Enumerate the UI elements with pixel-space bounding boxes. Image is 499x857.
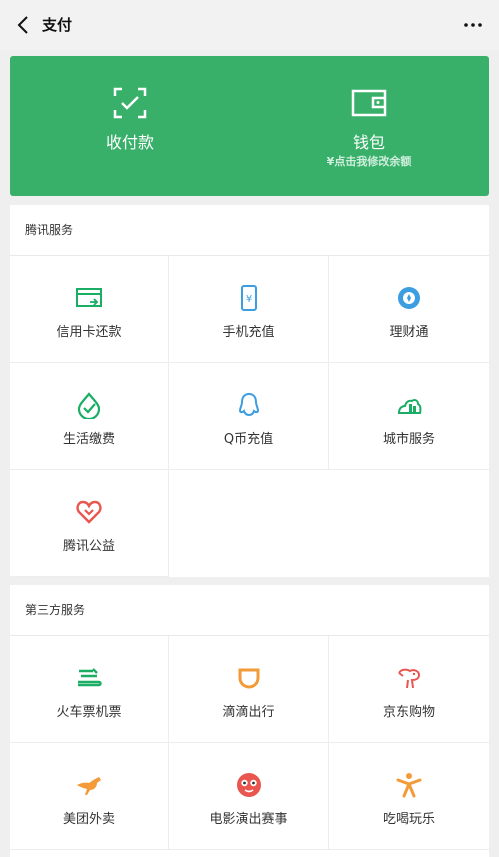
tencent-services-section: 腾讯服务 信用卡还款 ¥ 手机充值 理财通 生活缴费 Q币充值 城市服务 腾讯公…	[10, 205, 489, 577]
service-grid: 信用卡还款 ¥ 手机充值 理财通 生活缴费 Q币充值 城市服务 腾讯公益	[10, 256, 489, 577]
city-service-icon	[397, 399, 422, 414]
service-label: 美团外卖	[62, 812, 115, 827]
empty-cell	[329, 470, 489, 577]
service-label: 理财通	[389, 325, 429, 340]
service-city[interactable]: 城市服务	[329, 363, 489, 470]
service-grid: 火车票机票 滴滴出行 京东购物 美团外卖 电影演出赛事 吃喝玩乐	[10, 636, 489, 850]
service-didi[interactable]: 滴滴出行	[169, 636, 329, 743]
didi-icon	[238, 668, 259, 689]
service-wealth[interactable]: 理财通	[329, 256, 489, 363]
qq-penguin-icon	[238, 392, 259, 417]
wallet-balance-hint[interactable]: ¥点击我修改余额	[249, 153, 489, 169]
service-label: Q币充值	[223, 432, 274, 447]
wallet-icon	[351, 89, 387, 117]
service-meituan[interactable]: 美团外卖	[10, 743, 169, 850]
service-label: 电影演出赛事	[209, 812, 288, 827]
service-label: 信用卡还款	[56, 325, 122, 340]
service-label: 京东购物	[382, 705, 435, 720]
service-movie[interactable]: 电影演出赛事	[169, 743, 329, 850]
service-charity[interactable]: 腾讯公益	[10, 470, 169, 577]
service-label: 生活缴费	[62, 432, 115, 447]
service-label: 吃喝玩乐	[382, 812, 435, 827]
third-party-services-section: 第三方服务 火车票机票 滴滴出行 京东购物 美团外卖 电影演出赛事 吃喝玩乐	[10, 585, 489, 857]
receive-pay-label: 收付款	[105, 133, 154, 152]
back-arrow-icon[interactable]	[12, 13, 36, 37]
leisure-person-icon	[396, 773, 422, 798]
scan-check-icon	[113, 87, 147, 119]
train-ticket-icon	[78, 668, 102, 687]
service-jd[interactable]: 京东购物	[329, 636, 489, 743]
payment-hero-card: 收付款 钱包 ¥点击我修改余额	[10, 56, 489, 196]
credit-card-icon	[76, 288, 102, 307]
service-phone-recharge[interactable]: ¥ 手机充值	[169, 256, 329, 363]
wallet-button[interactable]: 钱包 ¥点击我修改余额	[249, 56, 489, 196]
meituan-kangaroo-icon	[77, 777, 101, 795]
wealth-icon	[398, 287, 420, 309]
jd-dog-icon	[398, 668, 421, 689]
page-title: 支付	[42, 16, 73, 34]
service-label: 滴滴出行	[222, 705, 275, 720]
service-label: 腾讯公益	[62, 539, 115, 554]
nav-bar: 支付	[0, 0, 499, 50]
charity-heart-icon	[76, 500, 102, 524]
service-utility[interactable]: 生活缴费	[10, 363, 169, 470]
service-train-ticket[interactable]: 火车票机票	[10, 636, 169, 743]
section-title: 腾讯服务	[10, 205, 489, 256]
service-credit-card[interactable]: 信用卡还款	[10, 256, 169, 363]
service-label: 火车票机票	[56, 705, 122, 720]
section-title: 第三方服务	[10, 585, 489, 636]
empty-cell	[169, 470, 329, 577]
utility-bill-icon	[77, 392, 101, 419]
svg-text:¥: ¥	[245, 294, 251, 305]
service-qcoin[interactable]: Q币充值	[169, 363, 329, 470]
movie-cat-icon	[236, 773, 261, 797]
service-leisure[interactable]: 吃喝玩乐	[329, 743, 489, 850]
phone-recharge-icon: ¥	[240, 285, 257, 311]
service-label: 手机充值	[222, 325, 275, 340]
receive-pay-button[interactable]: 收付款	[10, 56, 250, 196]
service-label: 城市服务	[382, 432, 435, 447]
wallet-label: 钱包	[352, 133, 385, 152]
more-icon[interactable]	[461, 13, 485, 37]
